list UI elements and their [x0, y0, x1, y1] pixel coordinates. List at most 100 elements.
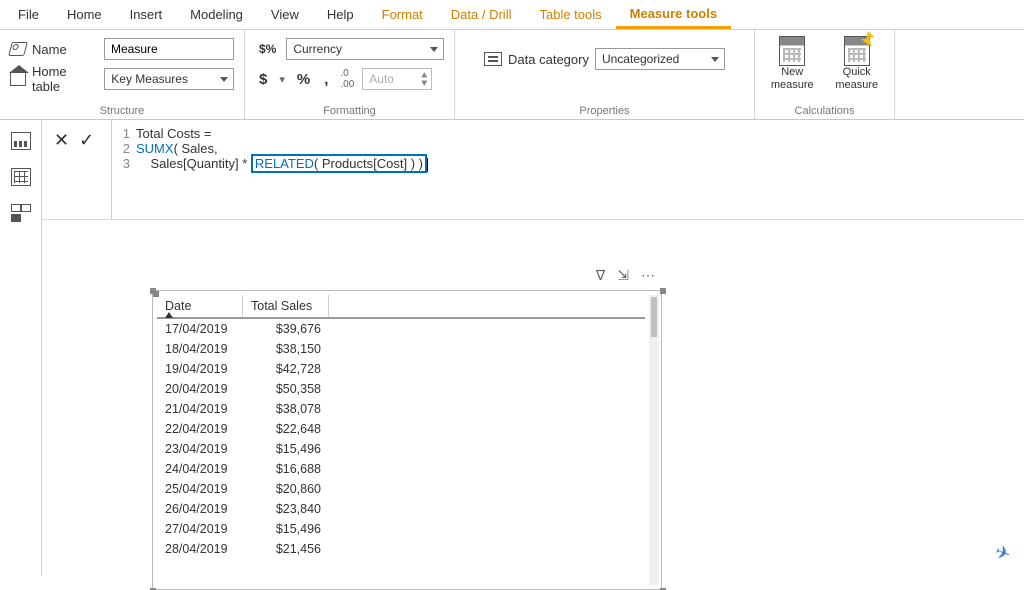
cell-value: $20,860 — [243, 481, 329, 497]
home-table-label: Home table — [32, 64, 98, 94]
group-structure: Name Home table Key Measures Structure — [0, 30, 245, 119]
data-view-icon[interactable] — [11, 168, 31, 186]
cell-date: 27/04/2019 — [157, 521, 243, 537]
line-number: 3 — [116, 156, 136, 172]
quick-measure-button[interactable]: Quickmeasure — [830, 36, 885, 91]
cell-date: 18/04/2019 — [157, 341, 243, 357]
cell-date: 20/04/2019 — [157, 381, 243, 397]
table-row[interactable]: 18/04/2019$38,150 — [157, 339, 645, 359]
menu-view[interactable]: View — [257, 0, 313, 29]
formula-line-1: Total Costs = — [136, 126, 212, 141]
group-formatting-label: Formatting — [255, 103, 444, 117]
table-row[interactable]: 25/04/2019$20,860 — [157, 479, 645, 499]
menu-table-tools[interactable]: Table tools — [525, 0, 615, 29]
quick-calculator-icon — [844, 36, 870, 66]
cell-value: $42,728 — [243, 361, 329, 377]
cell-date: 19/04/2019 — [157, 361, 243, 377]
table-row[interactable]: 26/04/2019$23,840 — [157, 499, 645, 519]
table-visual[interactable]: ∇ ⇲ ⋯ Date Total Sales 17/04/2019$39,676… — [152, 290, 662, 590]
table-row[interactable]: 24/04/2019$16,688 — [157, 459, 645, 479]
menu-file[interactable]: File — [4, 0, 53, 29]
percent-button[interactable]: % — [293, 71, 314, 88]
table-row[interactable]: 23/04/2019$15,496 — [157, 439, 645, 459]
cell-date: 21/04/2019 — [157, 401, 243, 417]
formula-controls: ✕ ✓ — [42, 120, 112, 219]
cell-value: $38,078 — [243, 401, 329, 417]
name-label: Name — [32, 42, 67, 57]
decimal-button[interactable]: .0.00 — [338, 68, 356, 90]
cell-value: $38,150 — [243, 341, 329, 357]
calculator-icon — [779, 36, 805, 66]
format-select[interactable]: Currency — [286, 38, 444, 60]
cell-date: 25/04/2019 — [157, 481, 243, 497]
table-row[interactable]: 21/04/2019$38,078 — [157, 399, 645, 419]
column-header-total-sales[interactable]: Total Sales — [243, 295, 329, 317]
currency-dropdown[interactable]: ▾ — [277, 73, 287, 86]
group-structure-label: Structure — [10, 103, 234, 117]
data-table: Date Total Sales 17/04/2019$39,67618/04/… — [157, 295, 645, 585]
cell-date: 22/04/2019 — [157, 421, 243, 437]
filter-icon[interactable]: ∇ — [596, 267, 605, 284]
view-rail — [0, 120, 42, 576]
menu-help[interactable]: Help — [313, 0, 368, 29]
data-category-select[interactable]: Uncategorized — [595, 48, 725, 70]
cell-value: $50,358 — [243, 381, 329, 397]
menu-format[interactable]: Format — [368, 0, 437, 29]
currency-button[interactable]: $ — [255, 71, 271, 88]
group-properties-label: Properties — [465, 103, 744, 117]
table-row[interactable]: 20/04/2019$50,358 — [157, 379, 645, 399]
home-table-select[interactable]: Key Measures — [104, 68, 234, 90]
data-category-label: Data category — [508, 52, 589, 67]
table-row[interactable]: 17/04/2019$39,676 — [157, 319, 645, 339]
cell-date: 23/04/2019 — [157, 441, 243, 457]
ribbon: Name Home table Key Measures Structure $… — [0, 30, 1024, 120]
report-view-icon[interactable] — [11, 132, 31, 150]
table-row[interactable]: 22/04/2019$22,648 — [157, 419, 645, 439]
new-measure-text1: New — [781, 66, 803, 78]
group-formatting: $% Currency $ ▾ % , .0.00 Auto Formattin… — [245, 30, 455, 119]
cell-date: 26/04/2019 — [157, 501, 243, 517]
commit-formula-button[interactable]: ✓ — [79, 130, 94, 209]
report-canvas[interactable]: ∇ ⇲ ⋯ Date Total Sales 17/04/2019$39,676… — [42, 230, 1024, 576]
cell-value: $21,456 — [243, 541, 329, 557]
cell-date: 28/04/2019 — [157, 541, 243, 557]
scrollbar[interactable] — [649, 295, 659, 585]
more-options-icon[interactable]: ⋯ — [641, 267, 655, 284]
quick-measure-text1: Quick — [843, 66, 871, 78]
model-view-icon[interactable] — [11, 204, 31, 222]
table-row[interactable]: 28/04/2019$21,456 — [157, 539, 645, 559]
menu-data-drill[interactable]: Data / Drill — [437, 0, 526, 29]
table-row[interactable]: 27/04/2019$15,496 — [157, 519, 645, 539]
cell-value: $15,496 — [243, 521, 329, 537]
cell-date: 24/04/2019 — [157, 461, 243, 477]
data-category-icon — [484, 52, 502, 66]
comma-button[interactable]: , — [320, 71, 332, 88]
menu-modeling[interactable]: Modeling — [176, 0, 257, 29]
menubar: File Home Insert Modeling View Help Form… — [0, 0, 1024, 30]
line-number: 1 — [116, 126, 136, 141]
formula-line-3: Sales[Quantity] * RELATED( Products[Cost… — [136, 156, 428, 172]
column-header-date[interactable]: Date — [157, 295, 243, 317]
formula-bar: ✕ ✓ 1Total Costs = 2SUMX( Sales, 3 Sales… — [42, 120, 1024, 220]
quick-measure-text2: measure — [835, 79, 878, 91]
menu-home[interactable]: Home — [53, 0, 116, 29]
menu-measure-tools[interactable]: Measure tools — [616, 0, 731, 29]
new-measure-text2: measure — [771, 79, 814, 91]
menu-insert[interactable]: Insert — [116, 0, 177, 29]
focus-mode-icon[interactable]: ⇲ — [617, 267, 629, 284]
cell-value: $22,648 — [243, 421, 329, 437]
home-table-icon — [10, 72, 26, 86]
table-row[interactable]: 19/04/2019$42,728 — [157, 359, 645, 379]
cell-value: $23,840 — [243, 501, 329, 517]
line-number: 2 — [116, 141, 136, 156]
table-body: 17/04/2019$39,67618/04/2019$38,15019/04/… — [157, 319, 645, 559]
group-properties: Data category Uncategorized Properties — [455, 30, 755, 119]
formula-editor[interactable]: 1Total Costs = 2SUMX( Sales, 3 Sales[Qua… — [112, 120, 1024, 219]
name-input[interactable] — [104, 38, 234, 60]
name-icon — [8, 42, 28, 56]
cancel-formula-button[interactable]: ✕ — [54, 130, 69, 209]
group-calculations: Newmeasure Quickmeasure Calculations — [755, 30, 895, 119]
decimal-places-input[interactable]: Auto — [362, 68, 432, 90]
new-measure-button[interactable]: Newmeasure — [765, 36, 820, 91]
visual-header: ∇ ⇲ ⋯ — [596, 267, 655, 284]
